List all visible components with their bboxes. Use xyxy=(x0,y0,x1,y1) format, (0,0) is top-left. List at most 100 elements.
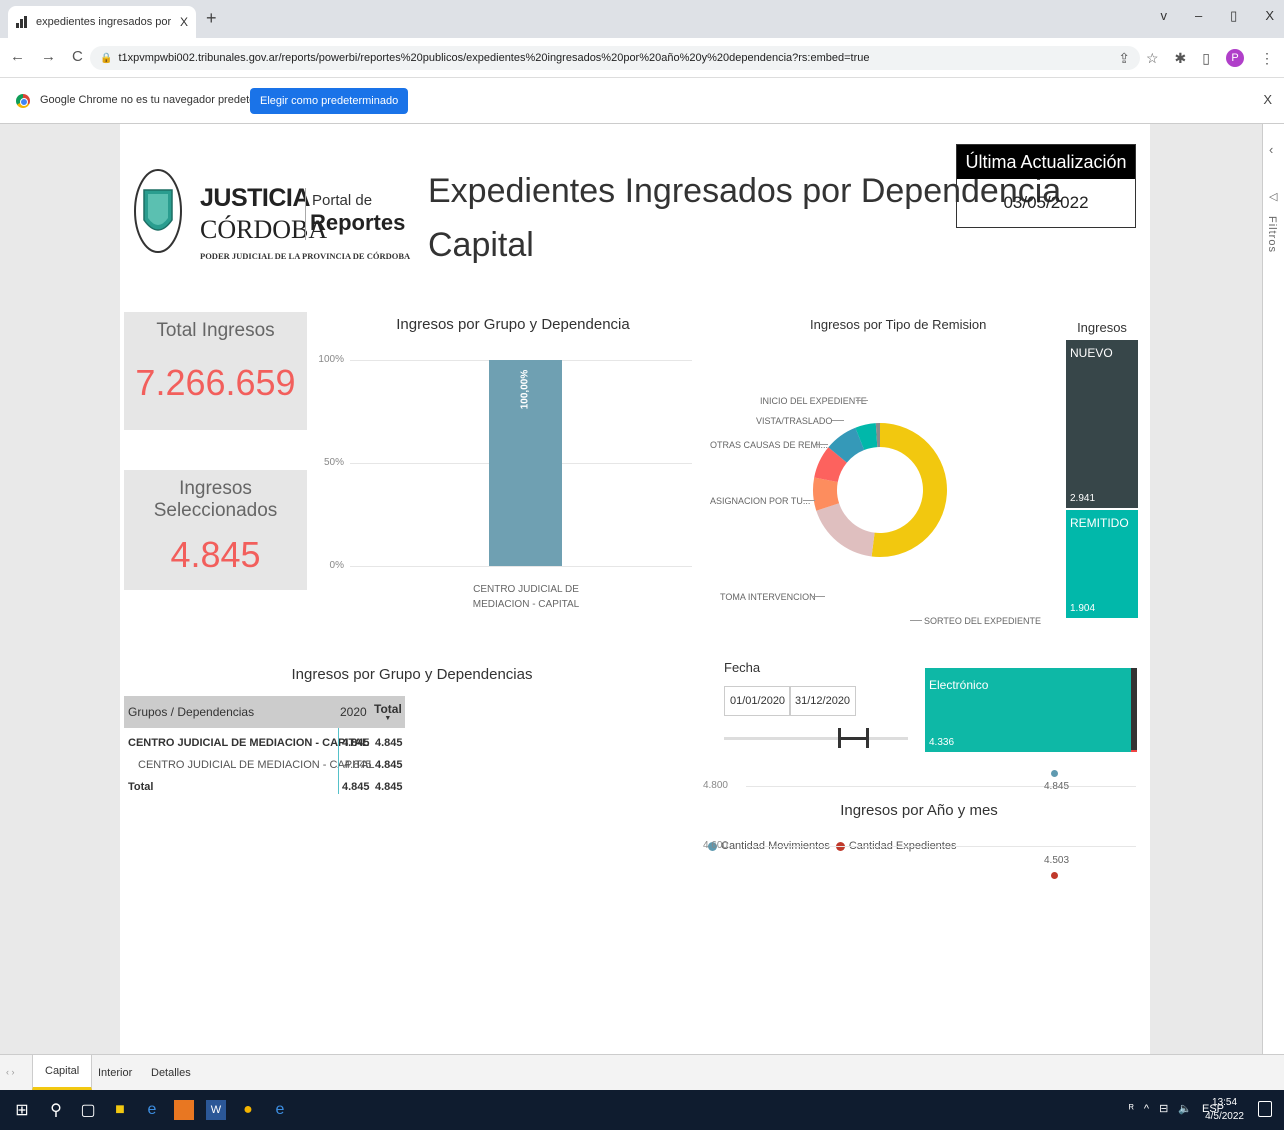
treemap-dark-sliver[interactable] xyxy=(1131,668,1137,750)
column-bar-label: 100,00% xyxy=(519,369,531,410)
donut-leader-line xyxy=(816,444,828,445)
infobar-close-icon[interactable]: X xyxy=(1263,92,1272,107)
menu-icon[interactable]: ⋮ xyxy=(1260,50,1274,67)
logo-divider xyxy=(305,188,306,240)
column-header-2020[interactable]: 2020 xyxy=(340,696,367,728)
reload-icon[interactable]: C xyxy=(72,48,83,65)
matrix-table[interactable]: Grupos / Dependencias 2020 Total ▼ CENTR… xyxy=(124,696,405,798)
ie-icon[interactable]: e xyxy=(142,1100,162,1120)
notifications-icon[interactable] xyxy=(1258,1101,1272,1117)
new-tab-button[interactable]: + xyxy=(206,8,217,29)
sidepanel-icon[interactable]: ▯ xyxy=(1202,50,1210,67)
minimize-button[interactable]: – xyxy=(1195,8,1202,24)
donut-leader-line xyxy=(832,420,844,421)
row-total: 4.845 xyxy=(375,781,403,793)
extensions-icon[interactable]: ✱ xyxy=(1175,50,1187,67)
lock-icon[interactable]: 🔒 xyxy=(100,53,112,64)
office-app-icon[interactable] xyxy=(174,1100,194,1120)
close-window-button[interactable]: X xyxy=(1265,8,1274,24)
donut-slice-label: ASIGNACION POR TU... xyxy=(710,496,811,506)
chrome-taskbar-icon[interactable]: ● xyxy=(238,1100,258,1120)
tab-capital[interactable]: Capital xyxy=(32,1055,93,1090)
donut-chart[interactable]: SORTEO DEL EXPEDIENTE TOMA INTERVENCION AS… xyxy=(710,320,1050,640)
data-point-movimientos[interactable] xyxy=(1051,769,1058,777)
share-icon[interactable]: ⇪ xyxy=(1118,50,1130,67)
logo-subtitle: PODER JUDICIAL DE LA PROVINCIA DE CÓRDOB… xyxy=(200,251,411,261)
page-nav-arrows-icon[interactable]: ‹ › xyxy=(6,1067,15,1077)
column-chart-title: Ingresos por Grupo y Dependencia xyxy=(396,316,630,333)
search-icon[interactable]: ⚲ xyxy=(46,1100,66,1120)
clock-time: 13:54 xyxy=(1212,1097,1238,1108)
tray-chevron-icon[interactable]: ^ xyxy=(1144,1103,1149,1115)
edge-icon[interactable]: e xyxy=(270,1100,290,1120)
word-icon[interactable]: W xyxy=(206,1100,226,1120)
gridline xyxy=(746,786,1136,787)
restore-button[interactable]: ▯ xyxy=(1230,8,1237,24)
table-row[interactable]: CENTRO JUDICIAL DE MEDIACION - CAPITAL 4… xyxy=(124,754,405,776)
bookmark-star-icon[interactable]: ☆ xyxy=(1146,50,1159,67)
volume-icon[interactable]: 🔈 xyxy=(1178,1102,1192,1115)
clock[interactable]: 13:54 4/5/2022 xyxy=(1205,1096,1244,1124)
row-name: Total xyxy=(128,781,154,793)
column-chart[interactable]: 0% 50% 100% 100,00% CENTRO JUDICIAL DE MEDIAC… xyxy=(310,344,700,644)
collapse-chevron-icon[interactable]: ‹ xyxy=(1269,142,1273,157)
total-ingresos-card[interactable]: Total Ingresos 7.266.659 xyxy=(124,312,307,430)
table-total-row[interactable]: Total 4.845 4.845 xyxy=(124,776,405,798)
column-header-total-label: Total xyxy=(374,702,402,716)
date-end-input[interactable]: 31/12/2020 xyxy=(789,686,857,716)
donut-leader-line xyxy=(813,596,825,597)
logo-reportes: Reportes xyxy=(310,210,406,235)
profile-avatar[interactable]: P xyxy=(1226,49,1244,67)
network-icon[interactable]: ⊟ xyxy=(1159,1102,1168,1115)
shield-logo-icon xyxy=(134,169,182,253)
date-slicer-title: Fecha xyxy=(724,660,761,675)
treemap-tile-remitido[interactable]: REMITIDO 1.904 xyxy=(1066,509,1138,618)
table-header: Grupos / Dependencias 2020 Total ▼ xyxy=(124,696,405,728)
back-icon[interactable]: ← xyxy=(10,48,25,65)
donut-slice-label: INICIO DEL EXPEDIENTE xyxy=(760,396,867,406)
windows-taskbar: ⊞ ⚲ ▢ ■ e W ● e ᴿ ^ ⊟ 🔈 ESP 13:54 4/5/20… xyxy=(0,1090,1284,1130)
logo-portal: Portal de xyxy=(312,192,373,209)
table-title: Ingresos por Grupo y Dependencias xyxy=(291,666,533,683)
browser-tab[interactable]: expedientes ingresados por año X xyxy=(8,6,196,38)
column-header-total[interactable]: Total ▼ xyxy=(374,696,402,728)
file-explorer-icon[interactable]: ■ xyxy=(110,1100,130,1120)
table-row[interactable]: CENTRO JUDICIAL DE MEDIACION - CAPITAL 4… xyxy=(124,732,405,754)
windows-start-icon[interactable]: ⊞ xyxy=(12,1100,32,1120)
row-name: CENTRO JUDICIAL DE MEDIACION - CAPITAL xyxy=(128,737,369,749)
date-slider-end-handle[interactable] xyxy=(866,728,869,748)
date-slider-start-handle[interactable] xyxy=(838,728,841,748)
people-icon[interactable]: ᴿ xyxy=(1129,1103,1134,1115)
tab-search-button[interactable]: v xyxy=(1160,8,1167,24)
treemap-tile-value: 2.941 xyxy=(1070,492,1096,504)
last-update-card: Última Actualización 03/05/2022 xyxy=(956,144,1136,228)
donut-slice[interactable] xyxy=(816,503,875,557)
y-tick-label: 100% xyxy=(318,354,344,365)
date-slider-track[interactable] xyxy=(724,737,908,740)
filters-pane[interactable]: ‹ ◁ Filtros xyxy=(1262,124,1284,1054)
url-input[interactable]: 🔒 t1xpvmpwbi002.tribunales.gov.ar/report… xyxy=(90,46,1140,70)
data-point-expedientes[interactable] xyxy=(1051,872,1058,880)
tab-close-icon[interactable]: X xyxy=(180,15,188,29)
donut-slice-label: OTRAS CAUSAS DE REMI... xyxy=(710,440,829,450)
set-default-button[interactable]: Elegir como predeterminado xyxy=(250,88,409,114)
donut-slice-label: TOMA INTERVENCION xyxy=(720,592,816,602)
tab-interior[interactable]: Interior xyxy=(86,1055,144,1090)
year-month-chart[interactable]: Cantidad Movimientos Cantidad Expediente… xyxy=(703,769,1144,1054)
electronico-treemap-tile[interactable]: Electrónico 4.336 xyxy=(925,668,1133,752)
donut-slice[interactable] xyxy=(871,423,947,557)
date-start-input[interactable]: 01/01/2020 xyxy=(724,686,792,716)
column-category-line: MEDIACION - CAPITAL xyxy=(472,599,580,610)
task-view-icon[interactable]: ▢ xyxy=(78,1100,98,1120)
electronico-value: 4.336 xyxy=(929,737,955,748)
ingresos-seleccionados-card[interactable]: Ingresos Seleccionados 4.845 xyxy=(124,470,307,590)
report-page: JUSTICIA CÓRDOBA Portal de Reportes PODE… xyxy=(120,124,1150,1054)
column-header-groups[interactable]: Grupos / Dependencias xyxy=(128,696,254,728)
treemap-tile-nuevo[interactable]: NUEVO 2.941 xyxy=(1066,340,1138,508)
ingresos-seleccionados-value: 4.845 xyxy=(170,534,261,575)
column-category-label: CENTRO JUDICIAL DE MEDIACION - CAPITAL xyxy=(426,582,626,612)
tab-detalles[interactable]: Detalles xyxy=(139,1055,203,1090)
window-controls: v – ▯ X xyxy=(1160,8,1274,24)
forward-icon[interactable]: → xyxy=(41,48,56,65)
treemap-red-sliver[interactable] xyxy=(1131,750,1137,752)
